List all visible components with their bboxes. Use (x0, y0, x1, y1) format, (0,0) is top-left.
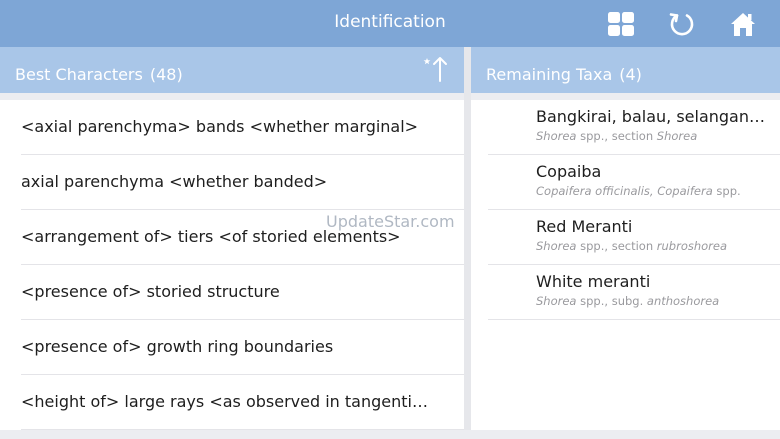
best-characters-header: Best Characters (48) (0, 47, 464, 93)
sort-icon[interactable] (420, 55, 450, 85)
character-row[interactable]: <presence of> growth ring boundaries (21, 320, 464, 375)
best-characters-count: (48) (149, 65, 183, 84)
character-row[interactable]: <height of> large rays <as observed in t… (21, 375, 464, 430)
page-title: Identification (334, 12, 446, 32)
character-row[interactable]: <presence of> storied structure (21, 265, 464, 320)
grid-icon[interactable] (607, 10, 635, 38)
character-row[interactable]: axial parenchyma <whether banded> (21, 155, 464, 210)
remaining-taxa-header: Remaining Taxa (4) (471, 47, 780, 93)
home-icon[interactable] (729, 10, 757, 38)
taxon-name: Red Meranti (536, 217, 633, 236)
taxon-row[interactable]: Copaiba Copaifera officinalis, Copaifera… (488, 155, 780, 210)
panel-divider[interactable] (464, 47, 471, 439)
remaining-taxa-count: (4) (619, 65, 642, 84)
restart-icon[interactable] (668, 10, 696, 38)
remaining-taxa-title: Remaining Taxa (486, 65, 613, 84)
taxon-scientific-name: Copaifera officinalis, Copaifera spp. (536, 184, 741, 198)
taxon-scientific-name: Shorea spp., subg. anthoshorea (536, 294, 720, 308)
taxon-row[interactable]: Red Meranti Shorea spp., section rubrosh… (488, 210, 780, 265)
remaining-taxa-list: Bangkirai, balau, selangan batu Shorea s… (471, 100, 780, 320)
best-characters-title: Best Characters (15, 65, 143, 84)
taxon-row[interactable]: Bangkirai, balau, selangan batu Shorea s… (488, 100, 780, 155)
taxon-name: White meranti (536, 272, 651, 291)
taxon-name: Bangkirai, balau, selangan batu (536, 107, 766, 126)
remaining-taxa-panel: Remaining Taxa (4) Bangkirai, balau, sela… (471, 47, 780, 439)
taxon-row[interactable]: White meranti Shorea spp., subg. anthosh… (488, 265, 780, 320)
best-characters-panel: Best Characters (48) <axial parenchyma> b… (0, 47, 464, 439)
taxon-scientific-name: Shorea spp., section Shorea (536, 129, 698, 143)
character-row[interactable]: <axial parenchyma> bands <whether margin… (21, 100, 464, 155)
top-bar: Identification (0, 0, 780, 47)
watermark-text: UpdateStar.com (326, 212, 455, 231)
taxon-name: Copaiba (536, 162, 602, 181)
taxon-scientific-name: Shorea spp., section rubroshorea (536, 239, 728, 253)
best-characters-list: <axial parenchyma> bands <whether margin… (0, 100, 464, 430)
